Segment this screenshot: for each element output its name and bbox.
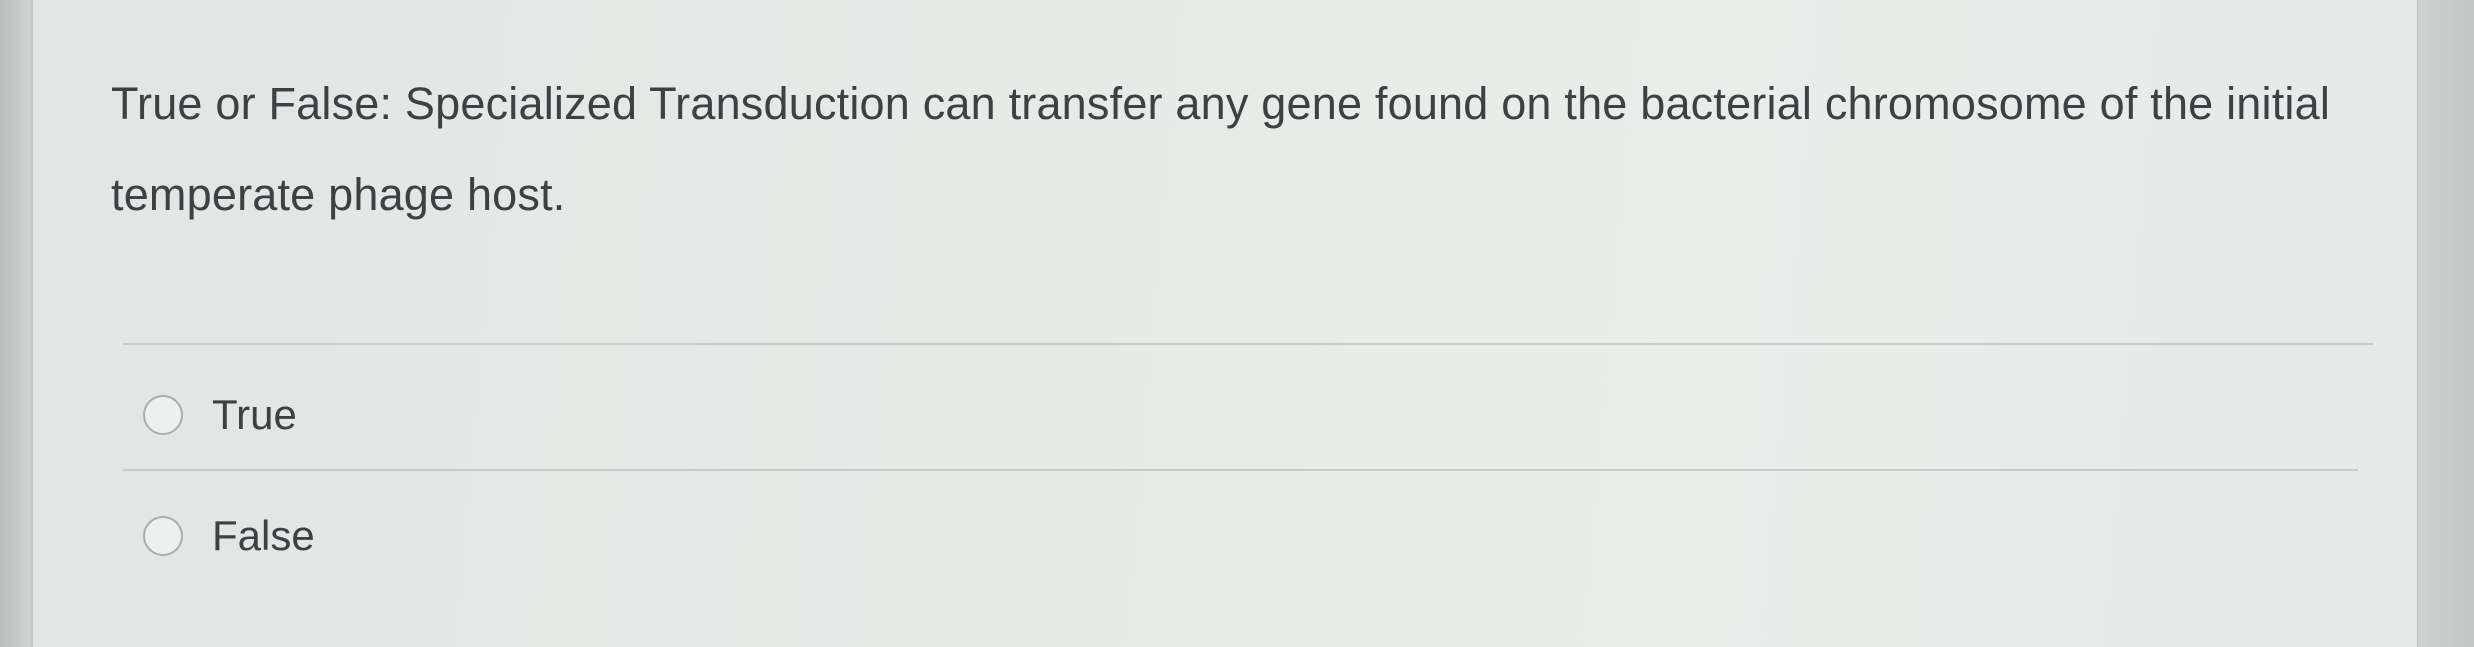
right-edge — [2418, 0, 2474, 647]
question-text: True or False: Specialized Transduction … — [111, 78, 2331, 220]
divider — [123, 343, 2373, 345]
divider — [123, 469, 2358, 471]
option-true[interactable]: True — [143, 385, 297, 445]
option-false[interactable]: False — [143, 506, 315, 566]
question-card: True or False: Specialized Transduction … — [30, 0, 2420, 647]
radio-button-true[interactable] — [143, 395, 183, 435]
option-label-true: True — [212, 391, 297, 438]
option-label-false: False — [212, 512, 315, 559]
radio-button-false[interactable] — [143, 516, 183, 556]
screen: True or False: Specialized Transduction … — [0, 0, 2474, 647]
left-edge — [0, 0, 30, 647]
